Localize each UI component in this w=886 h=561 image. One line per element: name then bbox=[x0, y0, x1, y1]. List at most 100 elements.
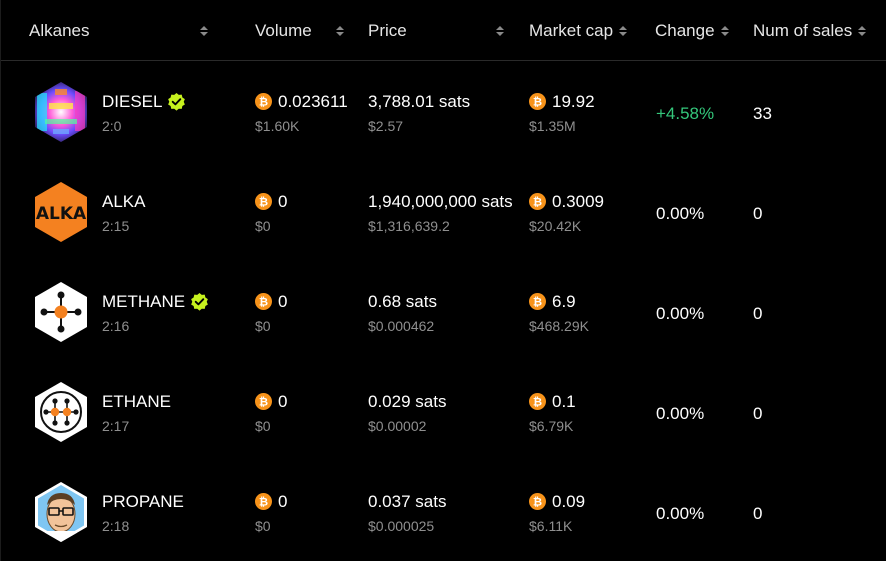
column-header-market-cap[interactable]: Market cap bbox=[529, 20, 628, 42]
market-cap-value: 0.1 bbox=[552, 392, 576, 411]
token-name[interactable]: PROPANE bbox=[102, 492, 184, 512]
svg-text:₿: ₿ bbox=[533, 94, 542, 108]
num-of-sales: 0 bbox=[753, 504, 763, 523]
volume-usd: $0 bbox=[255, 318, 271, 334]
token-id: 2:15 bbox=[102, 218, 130, 234]
change-value: 0.00% bbox=[656, 204, 705, 223]
market-cap-usd: $6.79K bbox=[529, 418, 574, 434]
token-id: 2:0 bbox=[102, 118, 122, 134]
bitcoin-icon: ₿ bbox=[255, 192, 272, 210]
change-value: 0.00% bbox=[656, 304, 705, 323]
market-cap-btc: ₿ 0.1 bbox=[529, 392, 576, 412]
num-of-sales: 0 bbox=[753, 204, 763, 223]
price-usd: $1,316,639.2 bbox=[368, 218, 450, 234]
svg-text:₿: ₿ bbox=[259, 94, 268, 108]
svg-text:₿: ₿ bbox=[533, 494, 542, 508]
bitcoin-icon: ₿ bbox=[529, 292, 546, 310]
table-row[interactable]: DIESEL 2:0 ₿ 0.023611 $1.60K 3,788.01 sat… bbox=[1, 62, 886, 162]
price-sats: 1,940,000,000 sats bbox=[368, 192, 513, 211]
table-row[interactable]: ALKA ALKA 2:15 ₿ 0 $0 1,940,000,000 sats … bbox=[1, 162, 886, 262]
bitcoin-icon: ₿ bbox=[255, 92, 272, 110]
volume-usd: $0 bbox=[255, 518, 271, 534]
bitcoin-icon: ₿ bbox=[529, 192, 546, 210]
column-label: Change bbox=[655, 21, 715, 40]
propane-logo bbox=[35, 482, 87, 542]
column-header-price[interactable]: Price bbox=[368, 20, 504, 42]
sort-arrows-icon[interactable] bbox=[619, 26, 628, 36]
column-header-change[interactable]: Change bbox=[655, 20, 729, 42]
column-header-num-of-sales[interactable]: Num of sales bbox=[753, 20, 867, 42]
volume-btc: ₿ 0 bbox=[255, 192, 287, 212]
token-name[interactable]: DIESEL bbox=[102, 92, 186, 112]
sort-arrows-icon[interactable] bbox=[495, 26, 504, 36]
price-usd: $0.000462 bbox=[368, 318, 435, 334]
ethane-logo bbox=[35, 382, 87, 442]
price-sats: 3,788.01 sats bbox=[368, 92, 471, 111]
market-cap-value: 0.3009 bbox=[552, 192, 604, 211]
alka-logo-text: ALKA bbox=[36, 204, 87, 224]
change-value: 0.00% bbox=[656, 504, 705, 523]
volume-usd: $1.60K bbox=[255, 118, 300, 134]
column-label: Alkanes bbox=[29, 21, 90, 40]
volume-btc: ₿ 0 bbox=[255, 492, 287, 512]
market-cap-btc: ₿ 0.09 bbox=[529, 492, 585, 512]
num-of-sales: 0 bbox=[753, 404, 763, 423]
column-label: Volume bbox=[255, 21, 312, 40]
diesel-logo bbox=[35, 82, 87, 142]
price-sats: 0.037 sats bbox=[368, 492, 447, 511]
change-value: +4.58% bbox=[656, 104, 715, 123]
svg-text:₿: ₿ bbox=[533, 194, 542, 208]
svg-text:₿: ₿ bbox=[533, 294, 542, 308]
bitcoin-icon: ₿ bbox=[255, 492, 272, 510]
market-cap-btc: ₿ 6.9 bbox=[529, 292, 576, 312]
token-name-text: ALKA bbox=[102, 192, 146, 211]
token-name[interactable]: ETHANE bbox=[102, 392, 171, 412]
column-label: Num of sales bbox=[753, 21, 853, 40]
volume-value: 0 bbox=[278, 192, 288, 211]
market-cap-value: 6.9 bbox=[552, 292, 576, 311]
sort-arrows-icon[interactable] bbox=[335, 26, 344, 36]
token-name[interactable]: METHANE bbox=[102, 292, 209, 312]
num-of-sales: 0 bbox=[753, 304, 763, 323]
price-usd: $2.57 bbox=[368, 118, 404, 134]
sort-arrows-icon[interactable] bbox=[720, 26, 729, 36]
price-sats: 0.029 sats bbox=[368, 392, 447, 411]
bitcoin-icon: ₿ bbox=[529, 92, 546, 110]
volume-value: 0 bbox=[278, 392, 288, 411]
token-name-text: METHANE bbox=[102, 292, 186, 311]
verified-check-icon bbox=[168, 92, 186, 111]
table-row[interactable]: ETHANE 2:17 ₿ 0 $0 0.029 sats $0.00002 ₿ 0… bbox=[1, 362, 886, 462]
market-cap-value: 0.09 bbox=[552, 492, 586, 511]
column-label: Market cap bbox=[529, 21, 614, 40]
token-name-text: ETHANE bbox=[102, 392, 171, 411]
token-id: 2:17 bbox=[102, 418, 130, 434]
column-header-alkanes[interactable]: Alkanes bbox=[29, 20, 209, 42]
sort-arrows-icon[interactable] bbox=[200, 26, 209, 36]
market-cap-usd: $1.35M bbox=[529, 118, 576, 134]
token-id: 2:18 bbox=[102, 518, 130, 534]
market-cap-usd: $468.29K bbox=[529, 318, 589, 334]
market-cap-btc: ₿ 0.3009 bbox=[529, 192, 604, 212]
num-of-sales: 33 bbox=[753, 104, 772, 123]
table-row[interactable]: METHANE 2:16 ₿ 0 $0 0.68 sats $0.000462 ₿… bbox=[1, 262, 886, 362]
volume-btc: ₿ 0 bbox=[255, 392, 287, 412]
price-usd: $0.000025 bbox=[368, 518, 435, 534]
volume-value: 0.023611 bbox=[278, 92, 348, 111]
svg-text:₿: ₿ bbox=[533, 394, 542, 408]
volume-value: 0 bbox=[278, 492, 288, 511]
change-value: 0.00% bbox=[656, 404, 705, 423]
methane-logo bbox=[35, 282, 87, 342]
column-header-volume[interactable]: Volume bbox=[255, 20, 344, 42]
token-name[interactable]: ALKA bbox=[102, 192, 145, 212]
table-header: Alkanes Volume Price Market cap Change N… bbox=[1, 0, 886, 61]
volume-usd: $0 bbox=[255, 418, 271, 434]
token-id: 2:16 bbox=[102, 318, 130, 334]
svg-text:₿: ₿ bbox=[259, 294, 268, 308]
sort-arrows-icon[interactable] bbox=[858, 26, 867, 36]
table-row[interactable]: PROPANE 2:18 ₿ 0 $0 0.037 sats $0.000025 … bbox=[1, 462, 886, 561]
svg-text:₿: ₿ bbox=[259, 194, 268, 208]
bitcoin-icon: ₿ bbox=[529, 392, 546, 410]
market-cap-usd: $20.42K bbox=[529, 218, 582, 234]
alka-logo: ALKA bbox=[35, 182, 87, 242]
token-name-text: DIESEL bbox=[102, 92, 163, 111]
